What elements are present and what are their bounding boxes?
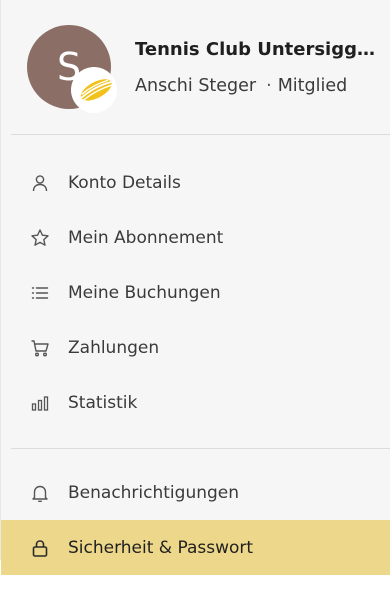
menu-item-benachrichtigungen[interactable]: Benachrichtigungen: [1, 465, 390, 520]
club-logo-badge: [71, 67, 117, 113]
menu-item-sicherheit-passwort[interactable]: Sicherheit & Passwort: [1, 520, 390, 575]
menu-item-label: Statistik: [68, 392, 138, 413]
cart-icon: [30, 338, 50, 358]
account-menu-panel: S Tennis Club Untersigg... Anschi Steger…: [0, 0, 390, 575]
menu-item-konto-details[interactable]: Konto Details: [1, 155, 390, 210]
menu-item-label: Benachrichtigungen: [68, 482, 240, 503]
profile-info: Tennis Club Untersigg... Anschi Steger · M…: [135, 39, 375, 96]
menu-item-label: Sicherheit & Passwort: [68, 537, 254, 558]
list-icon: [30, 283, 50, 303]
menu-group-settings: Benachrichtigungen Sicherheit & Passwort: [1, 449, 390, 593]
separator: ·: [266, 75, 272, 96]
tennis-ball-icon: [80, 79, 112, 101]
star-icon: [30, 228, 50, 248]
menu-item-label: Mein Abonnement: [68, 227, 224, 248]
menu-item-statistik[interactable]: Statistik: [1, 375, 390, 430]
menu-item-label: Konto Details: [68, 172, 181, 193]
person-icon: [30, 173, 50, 193]
menu-group-account: Konto Details Mein Abonnement Meine Buch…: [1, 135, 390, 448]
avatar[interactable]: S: [27, 25, 117, 113]
menu-item-label: Zahlungen: [68, 337, 160, 358]
user-name: Anschi Steger: [135, 75, 257, 96]
menu-item-label: Meine Buchungen: [68, 282, 221, 303]
menu-item-meine-buchungen[interactable]: Meine Buchungen: [1, 265, 390, 320]
profile-header: S Tennis Club Untersigg... Anschi Steger…: [1, 0, 390, 134]
bell-icon: [30, 483, 50, 503]
menu-item-zahlungen[interactable]: Zahlungen: [1, 320, 390, 375]
club-name: Tennis Club Untersigg...: [135, 38, 375, 60]
member-line: Anschi Steger · Mitglied: [135, 76, 375, 96]
lock-icon: [30, 538, 50, 558]
bar-chart-icon: [30, 393, 50, 413]
menu-item-mein-abonnement[interactable]: Mein Abonnement: [1, 210, 390, 265]
member-role: Mitglied: [277, 75, 348, 96]
